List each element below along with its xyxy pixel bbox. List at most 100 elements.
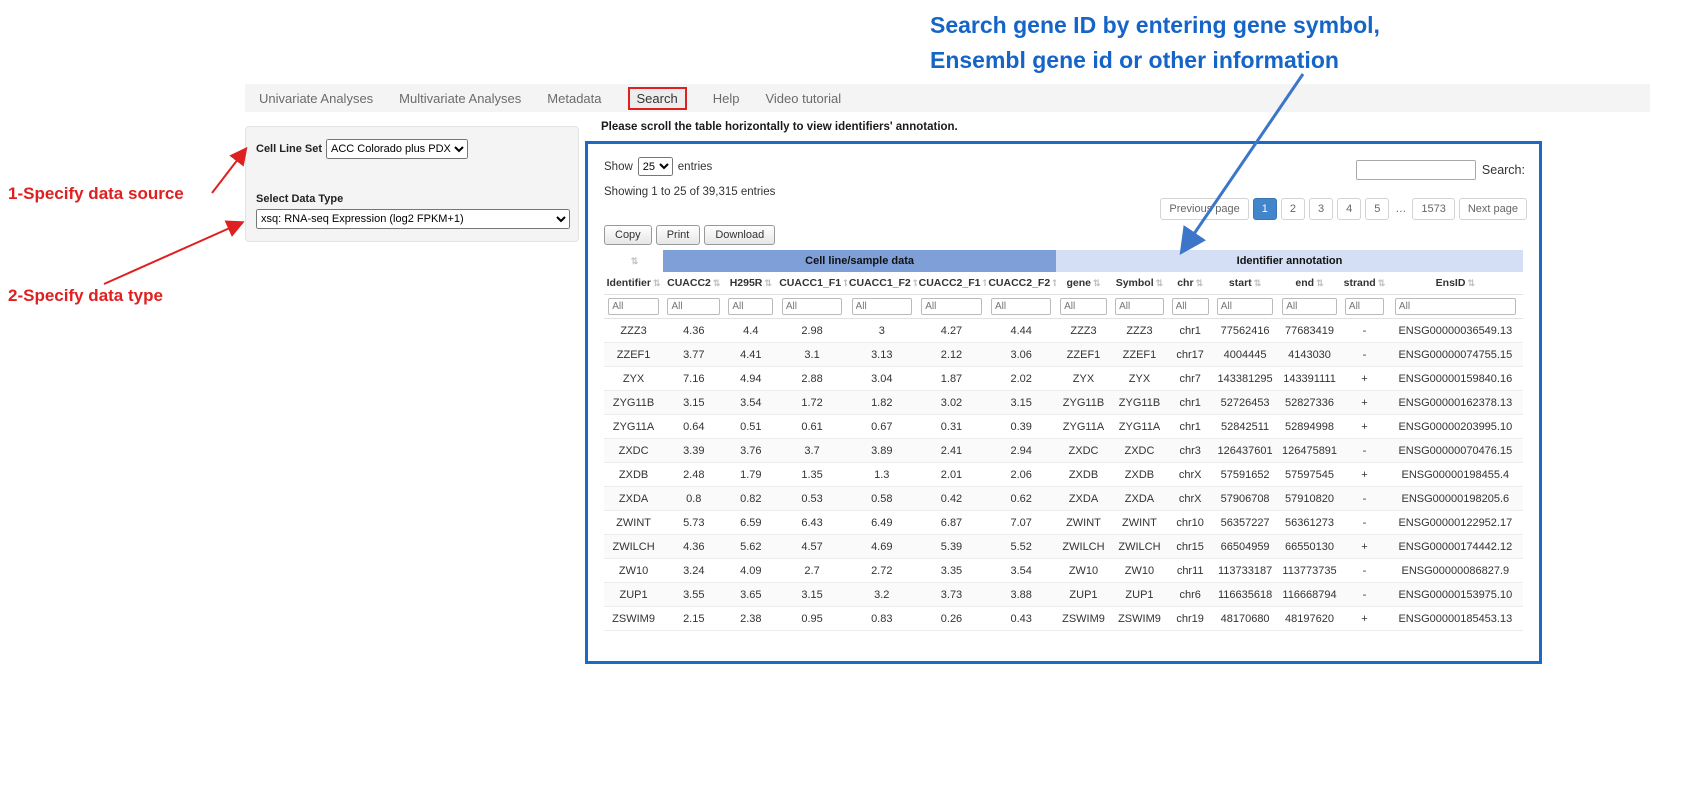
table-row[interactable]: ZXDC3.393.763.73.892.412.94ZXDCZXDCchr31… bbox=[604, 439, 1523, 463]
cell-gene: ZWILCH bbox=[1056, 535, 1111, 559]
page-button-3[interactable]: 3 bbox=[1309, 198, 1333, 220]
page-button-4[interactable]: 4 bbox=[1337, 198, 1361, 220]
page-button-1[interactable]: 1 bbox=[1253, 198, 1277, 220]
column-header-cuacc1-f2[interactable]: CUACC1_F2⇅ bbox=[847, 272, 917, 295]
column-label: start bbox=[1229, 277, 1252, 289]
cell-cuacc1-f1: 0.61 bbox=[777, 415, 847, 439]
sort-icon[interactable]: ⇅ bbox=[631, 256, 639, 266]
column-header-end[interactable]: end⇅ bbox=[1278, 272, 1341, 295]
nav-item-help[interactable]: Help bbox=[713, 91, 740, 106]
cell-end: 4143030 bbox=[1278, 343, 1341, 367]
table-row[interactable]: ZYX7.164.942.883.041.872.02ZYXZYXchr7143… bbox=[604, 367, 1523, 391]
cell-cuacc2: 7.16 bbox=[663, 367, 724, 391]
cell-strand: + bbox=[1341, 463, 1387, 487]
cell-end: 143391111 bbox=[1278, 367, 1341, 391]
nav-item-multivariate-analyses[interactable]: Multivariate Analyses bbox=[399, 91, 521, 106]
next-page-button[interactable]: Next page bbox=[1459, 198, 1527, 220]
filter-input-identifier[interactable] bbox=[608, 298, 659, 315]
cell-identifier: ZZEF1 bbox=[604, 343, 663, 367]
filter-input-cuacc1-f2[interactable] bbox=[852, 298, 912, 315]
filter-input-symbol[interactable] bbox=[1115, 298, 1164, 315]
sort-icon[interactable]: ⇅ bbox=[1378, 278, 1386, 288]
sort-icon[interactable]: ⇅ bbox=[764, 278, 772, 288]
table-row[interactable]: ZZEF13.774.413.13.132.123.06ZZEF1ZZEF1ch… bbox=[604, 343, 1523, 367]
filter-input-ensid[interactable] bbox=[1395, 298, 1516, 315]
cell-cuacc1-f2: 0.58 bbox=[847, 487, 917, 511]
sort-icon[interactable]: ⇅ bbox=[1467, 278, 1475, 288]
table-row[interactable]: ZXDB2.481.791.351.32.012.06ZXDBZXDBchrX5… bbox=[604, 463, 1523, 487]
sort-icon[interactable]: ⇅ bbox=[713, 278, 721, 288]
column-header-identifier[interactable]: Identifier⇅ bbox=[604, 272, 663, 295]
page-button-5[interactable]: 5 bbox=[1365, 198, 1389, 220]
nav-item-search[interactable]: Search bbox=[628, 87, 687, 110]
table-row[interactable]: ZWINT5.736.596.436.496.877.07ZWINTZWINTc… bbox=[604, 511, 1523, 535]
column-header-strand[interactable]: strand⇅ bbox=[1341, 272, 1387, 295]
filter-input-cuacc2-f2[interactable] bbox=[991, 298, 1051, 315]
column-header-ensid[interactable]: EnsID⇅ bbox=[1388, 272, 1523, 295]
cell-symbol: ZZEF1 bbox=[1111, 343, 1168, 367]
nav-item-metadata[interactable]: Metadata bbox=[547, 91, 601, 106]
table-row[interactable]: ZYG11A0.640.510.610.670.310.39ZYG11AZYG1… bbox=[604, 415, 1523, 439]
sort-icon[interactable]: ⇅ bbox=[1316, 278, 1324, 288]
copy-button[interactable]: Copy bbox=[604, 225, 652, 245]
table-row[interactable]: ZUP13.553.653.153.23.733.88ZUP1ZUP1chr61… bbox=[604, 583, 1523, 607]
filter-cell-gene bbox=[1056, 295, 1111, 319]
cell-start: 52726453 bbox=[1212, 391, 1277, 415]
column-header-gene[interactable]: gene⇅ bbox=[1056, 272, 1111, 295]
filter-input-end[interactable] bbox=[1282, 298, 1337, 315]
cell-gene: ZYG11A bbox=[1056, 415, 1111, 439]
data-type-select[interactable]: xsq: RNA-seq Expression (log2 FPKM+1) bbox=[256, 209, 570, 229]
sort-icon[interactable]: ⇅ bbox=[1196, 278, 1204, 288]
search-input[interactable] bbox=[1356, 160, 1476, 180]
column-header-symbol[interactable]: Symbol⇅ bbox=[1111, 272, 1168, 295]
filter-input-start[interactable] bbox=[1217, 298, 1274, 315]
cell-cuacc1-f1: 1.72 bbox=[777, 391, 847, 415]
cell-gene: ZXDB bbox=[1056, 463, 1111, 487]
column-header-start[interactable]: start⇅ bbox=[1212, 272, 1277, 295]
column-header-h295r[interactable]: H295R⇅ bbox=[724, 272, 777, 295]
table-info: Showing 1 to 25 of 39,315 entries bbox=[604, 186, 775, 198]
print-button[interactable]: Print bbox=[656, 225, 701, 245]
cell-symbol: ZUP1 bbox=[1111, 583, 1168, 607]
table-row[interactable]: ZYG11B3.153.541.721.823.023.15ZYG11BZYG1… bbox=[604, 391, 1523, 415]
filter-input-cuacc1-f1[interactable] bbox=[782, 298, 842, 315]
sort-icon[interactable]: ⇅ bbox=[1052, 278, 1056, 288]
column-header-cuacc2[interactable]: CUACC2⇅ bbox=[663, 272, 724, 295]
column-header-cuacc1-f1[interactable]: CUACC1_F1⇅ bbox=[777, 272, 847, 295]
filter-cell-end bbox=[1278, 295, 1341, 319]
page-button-1573[interactable]: 1573 bbox=[1412, 198, 1454, 220]
page-button-2[interactable]: 2 bbox=[1281, 198, 1305, 220]
filter-input-chr[interactable] bbox=[1172, 298, 1209, 315]
sort-icon[interactable]: ⇅ bbox=[1254, 278, 1262, 288]
filter-row bbox=[604, 295, 1523, 319]
table-row[interactable]: ZW103.244.092.72.723.353.54ZW10ZW10chr11… bbox=[604, 559, 1523, 583]
nav-item-video-tutorial[interactable]: Video tutorial bbox=[765, 91, 841, 106]
cell-line-set-select[interactable]: ACC Colorado plus PDX bbox=[326, 139, 468, 159]
filter-cell-symbol bbox=[1111, 295, 1168, 319]
column-header-chr[interactable]: chr⇅ bbox=[1168, 272, 1212, 295]
filter-input-strand[interactable] bbox=[1345, 298, 1384, 315]
sort-icon[interactable]: ⇅ bbox=[913, 278, 917, 288]
sort-icon[interactable]: ⇅ bbox=[982, 278, 986, 288]
sort-icon[interactable]: ⇅ bbox=[1156, 278, 1164, 288]
sort-icon[interactable]: ⇅ bbox=[1093, 278, 1101, 288]
sort-icon[interactable]: ⇅ bbox=[653, 278, 661, 288]
table-row[interactable]: ZSWIM92.152.380.950.830.260.43ZSWIM9ZSWI… bbox=[604, 607, 1523, 631]
nav-item-univariate-analyses[interactable]: Univariate Analyses bbox=[259, 91, 373, 106]
filter-input-cuacc2[interactable] bbox=[667, 298, 720, 315]
cell-ensid: ENSG00000174442.12 bbox=[1388, 535, 1523, 559]
column-header-cuacc2-f2[interactable]: CUACC2_F2⇅ bbox=[986, 272, 1056, 295]
table-row[interactable]: ZXDA0.80.820.530.580.420.62ZXDAZXDAchrX5… bbox=[604, 487, 1523, 511]
filter-input-cuacc2-f1[interactable] bbox=[921, 298, 981, 315]
table-row[interactable]: ZZZ34.364.42.9834.274.44ZZZ3ZZZ3chr17756… bbox=[604, 319, 1523, 343]
column-header-cuacc2-f1[interactable]: CUACC2_F1⇅ bbox=[917, 272, 987, 295]
sort-icon[interactable]: ⇅ bbox=[843, 278, 847, 288]
previous-page-button[interactable]: Previous page bbox=[1160, 198, 1248, 220]
gene-table-body: ZZZ34.364.42.9834.274.44ZZZ3ZZZ3chr17756… bbox=[604, 319, 1523, 631]
page-length-select[interactable]: 25 bbox=[638, 157, 673, 176]
cell-cuacc1-f2: 1.82 bbox=[847, 391, 917, 415]
download-button[interactable]: Download bbox=[704, 225, 775, 245]
filter-input-gene[interactable] bbox=[1060, 298, 1107, 315]
filter-input-h295r[interactable] bbox=[728, 298, 773, 315]
table-row[interactable]: ZWILCH4.365.624.574.695.395.52ZWILCHZWIL… bbox=[604, 535, 1523, 559]
